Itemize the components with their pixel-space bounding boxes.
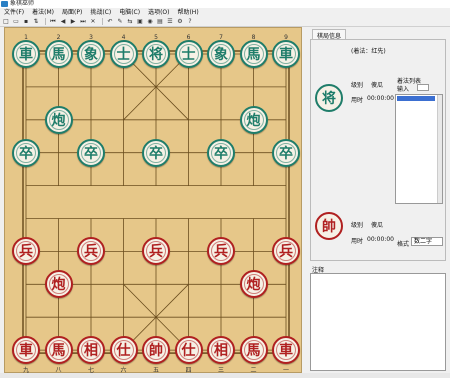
black-piece[interactable]: 車 — [12, 40, 40, 68]
red-piece[interactable]: 仕 — [174, 336, 203, 365]
format-select-value: 数二字 — [414, 238, 433, 245]
computer-icon[interactable]: ▣ — [136, 18, 144, 25]
help-icon[interactable]: ? — [186, 18, 194, 25]
black-piece[interactable]: 士 — [109, 40, 138, 68]
red-piece[interactable]: 馬 — [239, 336, 268, 365]
menu-computer[interactable]: 电脑(C) — [115, 8, 144, 17]
black-piece[interactable]: 士 — [174, 40, 203, 68]
menu-file[interactable]: 文件(F) — [0, 8, 28, 17]
black-time-value: 00:00:00 — [367, 95, 394, 102]
black-piece[interactable]: 象 — [77, 40, 105, 68]
menu-options[interactable]: 选项(O) — [144, 8, 173, 17]
black-piece[interactable]: 卒 — [142, 138, 170, 167]
black-level-value: 傻瓜 — [371, 82, 384, 89]
delete-icon[interactable]: ✕ — [89, 18, 97, 25]
toolbar-separator — [45, 18, 46, 25]
toolbar: □ ▭ ▪ ⇅ ⏮ ◀ ▶ ⏭ ✕ ↶ ✎ ⇆ ▣ ◉ ▤ ☰ ⚙ ? — [0, 17, 450, 27]
settings-icon[interactable]: ⚙ — [176, 18, 184, 25]
open-file-icon[interactable]: ▭ — [12, 18, 20, 25]
red-piece[interactable]: 車 — [12, 336, 40, 365]
format-label: 格式 — [397, 241, 410, 248]
title-bar: 象棋巫师 — [0, 0, 450, 8]
red-piece[interactable]: 炮 — [44, 270, 73, 299]
red-time-value: 00:00:00 — [367, 236, 394, 243]
move-input-field[interactable] — [417, 84, 429, 91]
menu-bar: 文件(F) 着法(M) 局面(P) 挑战(C) 电脑(C) 选项(O) 帮助(H… — [0, 8, 450, 17]
red-general-piece: 帥 — [315, 212, 343, 240]
move-list[interactable] — [395, 94, 443, 204]
red-level-label: 级别 — [351, 222, 364, 229]
red-piece[interactable]: 相 — [207, 336, 235, 365]
black-piece[interactable]: 卒 — [12, 138, 40, 167]
black-piece[interactable]: 馬 — [239, 40, 268, 68]
black-general-piece: 将 — [315, 84, 343, 112]
toolbar-separator — [102, 18, 103, 25]
save-file-icon[interactable]: ▪ — [22, 18, 30, 25]
new-file-icon[interactable]: □ — [2, 18, 10, 25]
black-piece[interactable]: 卒 — [207, 138, 235, 167]
prev-move-icon[interactable]: ◀ — [59, 18, 67, 25]
format-select[interactable]: 数二字 — [411, 237, 443, 246]
side-panel: 棋局信息 (着法：红先) 将 级别 傻瓜 用时 00:00:00 着法列表 输入… — [308, 27, 448, 373]
edit-icon[interactable]: ✎ — [116, 18, 124, 25]
window-title: 象棋巫师 — [10, 0, 35, 7]
black-piece[interactable]: 車 — [272, 40, 300, 68]
black-piece[interactable]: 卒 — [272, 138, 300, 167]
game-info-pane: (着法：红先) 将 级别 傻瓜 用时 00:00:00 着法列表 输入 帥 级别… — [310, 39, 446, 261]
move-icon[interactable]: ⇆ — [126, 18, 134, 25]
red-level-value: 傻瓜 — [371, 222, 384, 229]
app-icon — [1, 1, 8, 7]
board-grid — [22, 50, 290, 354]
menu-position[interactable]: 局面(P) — [58, 8, 86, 17]
menu-challenge[interactable]: 挑战(C) — [86, 8, 115, 17]
app-window: 象棋巫师 文件(F) 着法(M) 局面(P) 挑战(C) 电脑(C) 选项(O)… — [0, 0, 450, 378]
options-icon[interactable]: ☰ — [166, 18, 174, 25]
notes-textarea[interactable] — [310, 273, 446, 371]
red-piece[interactable]: 車 — [272, 336, 300, 365]
black-piece[interactable]: 馬 — [44, 40, 73, 68]
menu-moves[interactable]: 着法(M) — [28, 8, 58, 17]
red-piece[interactable]: 相 — [77, 336, 105, 365]
black-level-label: 级别 — [351, 82, 364, 89]
chess-board[interactable]: 123456789九八七六五四三二一車馬象士将士象馬車炮炮卒卒卒卒卒兵兵兵兵兵炮… — [4, 27, 302, 374]
turn-text: (着法：红先) — [351, 48, 386, 55]
red-piece[interactable]: 馬 — [44, 336, 73, 365]
black-piece[interactable]: 卒 — [77, 138, 105, 167]
undo-icon[interactable]: ↶ — [106, 18, 114, 25]
flip-icon[interactable]: ⇅ — [32, 18, 40, 25]
move-list-selected-item[interactable] — [397, 96, 435, 101]
next-move-icon[interactable]: ▶ — [69, 18, 77, 25]
move-list-scrollbar[interactable] — [437, 95, 442, 203]
last-move-icon[interactable]: ⏭ — [79, 18, 87, 25]
analyze-icon[interactable]: ◉ — [146, 18, 154, 25]
menu-help[interactable]: 帮助(H) — [173, 8, 202, 17]
red-time-label: 用时 — [351, 238, 364, 245]
red-piece[interactable]: 仕 — [109, 336, 138, 365]
book-icon[interactable]: ▤ — [156, 18, 164, 25]
red-piece[interactable]: 炮 — [239, 270, 268, 299]
first-move-icon[interactable]: ⏮ — [49, 18, 57, 25]
black-piece[interactable]: 炮 — [239, 105, 268, 134]
black-piece[interactable]: 将 — [142, 40, 170, 68]
input-label: 输入 — [397, 86, 410, 93]
black-piece[interactable]: 炮 — [44, 105, 73, 134]
black-piece[interactable]: 象 — [207, 40, 235, 68]
status-bar — [0, 373, 450, 378]
red-piece[interactable]: 帥 — [142, 336, 170, 365]
black-time-label: 用时 — [351, 97, 364, 104]
